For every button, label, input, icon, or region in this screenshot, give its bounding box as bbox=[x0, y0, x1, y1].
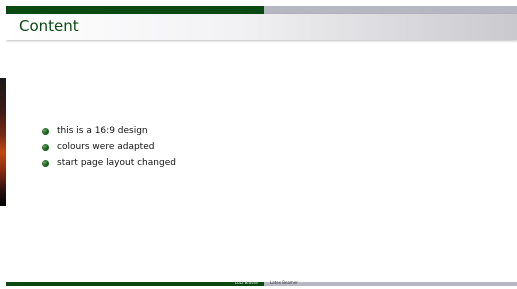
list-item: colours were adapted bbox=[42, 139, 176, 155]
bullet-icon bbox=[42, 127, 49, 135]
list-item: start page layout changed bbox=[42, 155, 176, 171]
footer-title: Latex Beamer bbox=[270, 280, 298, 285]
bullet-icon bbox=[42, 143, 49, 151]
slide-header: Content bbox=[6, 14, 517, 40]
slide-title: Content bbox=[19, 17, 79, 35]
bullet-text: this is a 16:9 design bbox=[57, 126, 148, 136]
footer-author: Lutz Brosse bbox=[234, 280, 258, 285]
presentation-viewer: Content this is a 16:9 design colours we… bbox=[0, 0, 517, 289]
top-bar-gray bbox=[264, 6, 517, 14]
slide-footer: Lutz Brosse Latex Beamer bbox=[6, 280, 517, 286]
bullet-text: colours were adapted bbox=[57, 142, 155, 152]
top-bar-green bbox=[6, 6, 264, 14]
bullet-icon bbox=[42, 159, 49, 167]
footer-gray: Latex Beamer bbox=[264, 280, 517, 286]
list-item: this is a 16:9 design bbox=[42, 123, 176, 139]
bullet-text: start page layout changed bbox=[57, 158, 176, 168]
slide: Content this is a 16:9 design colours we… bbox=[6, 6, 517, 286]
bullet-list: this is a 16:9 design colours were adapt… bbox=[42, 123, 176, 171]
footer-green: Lutz Brosse bbox=[6, 280, 264, 286]
top-color-bar bbox=[6, 6, 517, 14]
